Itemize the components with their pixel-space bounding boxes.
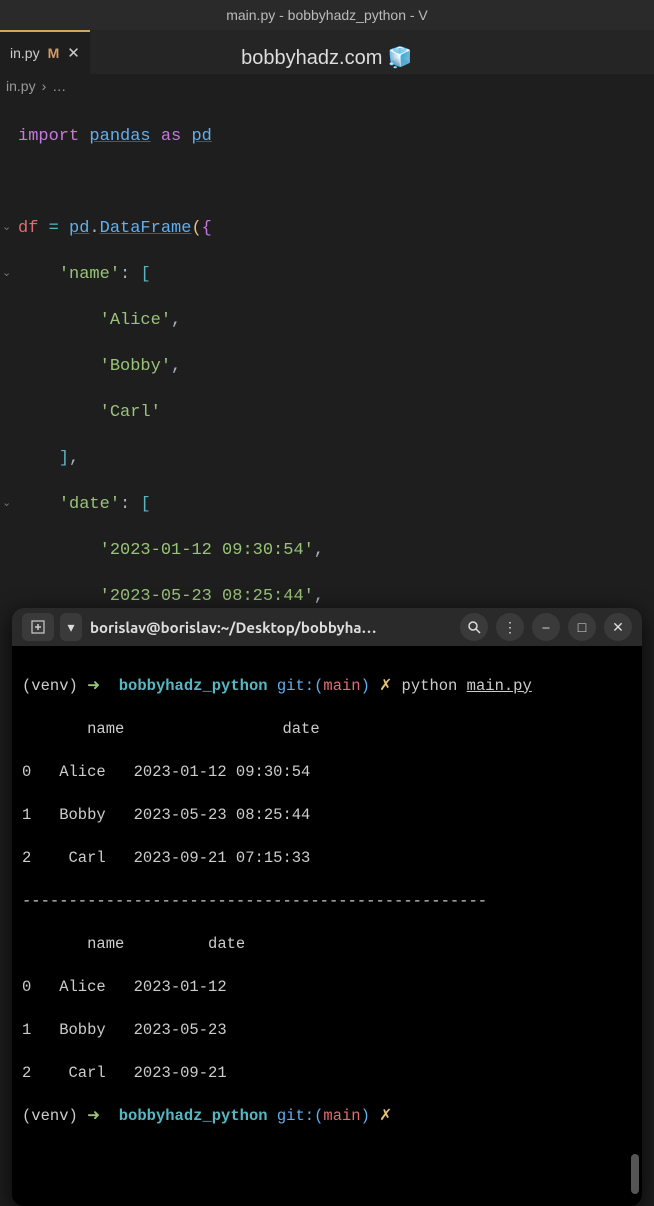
breadcrumb-file: in.py [6, 78, 36, 94]
fold-icon[interactable]: ⌄ [2, 263, 11, 286]
terminal-output: 0 Alice 2023-01-12 09:30:54 [22, 762, 632, 784]
terminal-output: name date [22, 719, 632, 741]
terminal-title-bar: ▾ borislav@borislav:~/Desktop/bobbyhadz_… [12, 608, 642, 646]
code-line: 'Carl' [18, 401, 636, 424]
minimize-button[interactable]: – [532, 613, 560, 641]
code-line: ⌄ 'date': [ [18, 493, 636, 516]
fold-icon[interactable]: ⌄ [2, 493, 11, 516]
terminal-output: 1 Bobby 2023-05-23 08:25:44 [22, 805, 632, 827]
code-line [18, 171, 636, 194]
search-icon[interactable] [460, 613, 488, 641]
new-tab-button[interactable] [22, 613, 54, 641]
terminal-output: 1 Bobby 2023-05-23 [22, 1020, 632, 1042]
code-line: 'Alice', [18, 309, 636, 332]
terminal-window: ▾ borislav@borislav:~/Desktop/bobbyhadz_… [12, 608, 642, 1206]
terminal-output: 2 Carl 2023-09-21 07:15:33 [22, 848, 632, 870]
menu-icon[interactable]: ⋮ [496, 613, 524, 641]
watermark: bobbyhadz.com 🧊 [0, 45, 654, 70]
terminal-output: 2 Carl 2023-09-21 [22, 1063, 632, 1085]
code-line: ⌄ 'name': [ [18, 263, 636, 286]
terminal-output: ----------------------------------------… [22, 891, 632, 913]
code-line: '2023-01-12 09:30:54', [18, 539, 636, 562]
close-button[interactable]: ✕ [604, 613, 632, 641]
window-title-bar: main.py - bobbyhadz_python - V [0, 0, 654, 30]
terminal-output: name date [22, 934, 632, 956]
terminal-line: (venv) ➜ bobbyhadz_python git:(main) ✗ p… [22, 676, 632, 698]
chevron-right-icon: › [42, 78, 47, 94]
fold-icon[interactable]: ⌄ [2, 217, 11, 240]
breadcrumb[interactable]: in.py › … [0, 74, 654, 98]
code-line: 'Bobby', [18, 355, 636, 378]
window-title: main.py - bobbyhadz_python - V [226, 7, 428, 23]
terminal-body[interactable]: (venv) ➜ bobbyhadz_python git:(main) ✗ p… [12, 646, 642, 1206]
code-line: ], [18, 447, 636, 470]
terminal-line: (venv) ➜ bobbyhadz_python git:(main) ✗ [22, 1106, 632, 1128]
breadcrumb-more: … [52, 78, 66, 94]
terminal-output: 0 Alice 2023-01-12 [22, 977, 632, 999]
cube-icon: 🧊 [388, 45, 413, 70]
terminal-title: borislav@borislav:~/Desktop/bobbyhadz_..… [90, 619, 380, 636]
code-line: import pandas as pd [18, 125, 636, 148]
chevron-down-icon[interactable]: ▾ [60, 613, 82, 641]
code-line: '2023-05-23 08:25:44', [18, 585, 636, 608]
maximize-button[interactable]: □ [568, 613, 596, 641]
code-line: ⌄df = pd.DataFrame({ [18, 217, 636, 240]
watermark-text: bobbyhadz.com [241, 47, 382, 69]
scrollbar[interactable] [631, 1154, 639, 1194]
